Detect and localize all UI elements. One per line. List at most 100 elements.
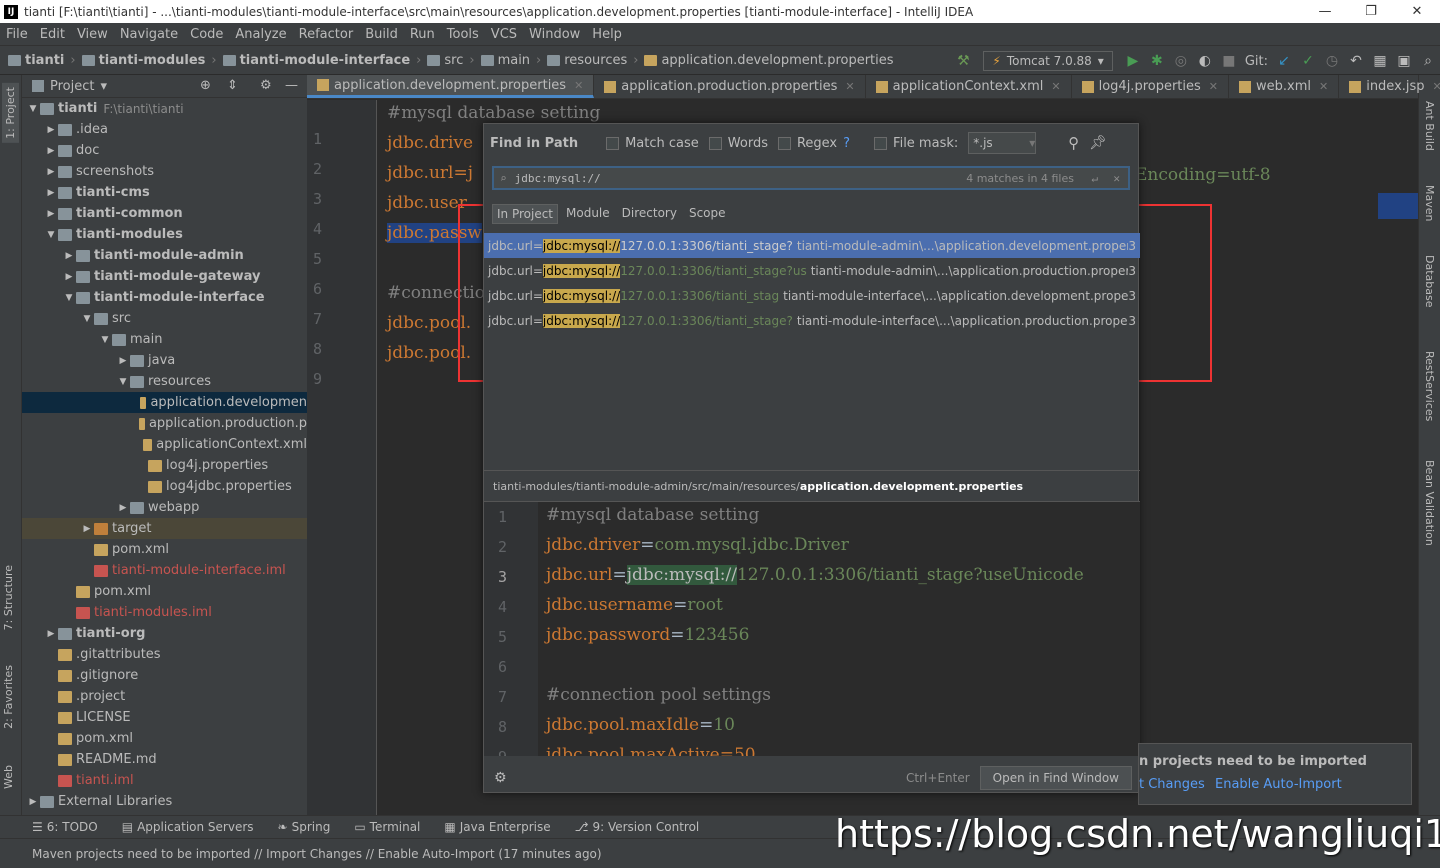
menu-item-window[interactable]: Window (523, 27, 586, 42)
debug-icon[interactable]: ✱ (1145, 53, 1169, 69)
close-icon[interactable]: ✕ (845, 80, 854, 93)
close-icon[interactable]: ✕ (1051, 80, 1060, 93)
tree-item[interactable]: ▶ doc (22, 140, 307, 161)
menu-item-tools[interactable]: Tools (441, 27, 485, 42)
menu-item-edit[interactable]: Edit (34, 27, 71, 42)
expand-arrow-icon[interactable]: ▶ (62, 272, 76, 282)
tree-item[interactable]: LICENSE (22, 707, 307, 728)
bottom-tool-3[interactable]: ▭ Terminal (342, 820, 432, 834)
expand-arrow-icon[interactable]: ▼ (62, 293, 76, 303)
filter-icon[interactable]: ⚲ (1068, 134, 1079, 152)
tree-item[interactable]: application.production.p (22, 413, 307, 434)
ant-build-tab[interactable]: Ant Build (1423, 101, 1436, 151)
tree-item[interactable]: ▶ tianti-org (22, 623, 307, 644)
maven-tab[interactable]: Maven (1423, 185, 1436, 221)
breadcrumb-item[interactable]: tianti-modules (78, 53, 210, 68)
hide-icon[interactable]: — (285, 78, 298, 93)
git-commit-icon[interactable]: ✓ (1296, 53, 1320, 69)
newline-icon[interactable]: ↵ (1091, 172, 1098, 185)
expand-arrow-icon[interactable]: ▼ (26, 104, 40, 114)
maximize-button[interactable]: ❐ (1348, 4, 1394, 19)
tree-item[interactable]: ▼ resources (22, 371, 307, 392)
tree-item[interactable]: tianti.iml (22, 770, 307, 791)
expand-arrow-icon[interactable]: ▶ (44, 125, 58, 135)
structure-tool-tab[interactable]: 7: Structure (2, 565, 15, 630)
clear-icon[interactable]: ✕ (1113, 172, 1120, 185)
expand-arrow-icon[interactable]: ▶ (116, 503, 130, 513)
tree-item[interactable]: .project (22, 686, 307, 707)
tree-item[interactable]: ▶ .idea (22, 119, 307, 140)
bottom-tool-5[interactable]: ⎇ 9: Version Control (563, 820, 712, 834)
tree-item[interactable]: ▼ main (22, 329, 307, 350)
editor-tab[interactable]: applicationContext.xml ✕ (866, 75, 1072, 98)
tree-item[interactable]: log4jdbc.properties (22, 476, 307, 497)
result-row[interactable]: jdbc.url= jdbc:mysql://127.0.0.1:3306/tia… (484, 283, 1140, 308)
menu-item-view[interactable]: View (71, 27, 114, 42)
chevron-down-icon[interactable]: ▾ (100, 79, 107, 94)
bottom-tool-4[interactable]: ▦ Java Enterprise (432, 820, 562, 834)
tree-item[interactable]: ▶ tianti-cms (22, 182, 307, 203)
tree-item[interactable]: .gitignore (22, 665, 307, 686)
tree-item[interactable]: applicationContext.xml (22, 434, 307, 455)
menu-item-navigate[interactable]: Navigate (114, 27, 184, 42)
menu-item-analyze[interactable]: Analyze (229, 27, 292, 42)
menu-item-help[interactable]: Help (586, 27, 628, 42)
tree-item[interactable]: ▼ src (22, 308, 307, 329)
tree-item[interactable]: pom.xml (22, 728, 307, 749)
menu-item-run[interactable]: Run (404, 27, 441, 42)
expand-arrow-icon[interactable]: ▶ (116, 356, 130, 366)
locate-icon[interactable]: ⊕ (200, 78, 211, 93)
close-button[interactable]: ✕ (1394, 4, 1440, 19)
close-icon[interactable]: ✕ (574, 79, 583, 92)
close-icon[interactable]: ✕ (1209, 80, 1218, 93)
tree-item[interactable]: ▶ java (22, 350, 307, 371)
expand-arrow-icon[interactable]: ▶ (26, 797, 40, 807)
editor-tab[interactable]: log4j.properties ✕ (1072, 75, 1229, 98)
file-mask-checkbox[interactable]: File mask: (874, 136, 958, 151)
breadcrumb-item[interactable]: application.development.properties (640, 53, 897, 68)
scope-tab[interactable]: Scope (685, 204, 730, 224)
tree-item[interactable]: ▼ tianti-modules (22, 224, 307, 245)
editor-tab[interactable]: index.jsp ✕ (1339, 75, 1440, 98)
web-tool-tab[interactable]: Web (2, 765, 15, 789)
tree-item[interactable]: ▶ target (22, 518, 307, 539)
menu-item-refactor[interactable]: Refactor (293, 27, 360, 42)
menu-item-build[interactable]: Build (359, 27, 404, 42)
expand-arrow-icon[interactable]: ▶ (62, 251, 76, 261)
expand-arrow-icon[interactable]: ▶ (44, 188, 58, 198)
breadcrumb-item[interactable]: resources (543, 53, 631, 68)
collapse-icon[interactable]: ⇕ (227, 78, 238, 93)
tree-item[interactable]: pom.xml (22, 539, 307, 560)
expand-arrow-icon[interactable]: ▶ (44, 209, 58, 219)
tree-item[interactable]: application.developmen (22, 392, 307, 413)
menu-item-file[interactable]: File (0, 27, 34, 42)
breadcrumb-item[interactable]: tianti-module-interface (219, 53, 415, 68)
breadcrumb-item[interactable]: main (477, 53, 534, 68)
regex-checkbox[interactable]: Regex? (777, 136, 850, 151)
database-tab[interactable]: Database (1423, 255, 1436, 308)
expand-arrow-icon[interactable]: ▶ (44, 167, 58, 177)
result-row[interactable]: jdbc.url= jdbc:mysql://127.0.0.1:3306/tia… (484, 308, 1140, 333)
favorites-tool-tab[interactable]: 2: Favorites (2, 665, 15, 729)
menu-item-vcs[interactable]: VCS (485, 27, 523, 42)
regex-help-icon[interactable]: ? (843, 136, 850, 151)
layout-icon[interactable]: ▣ (1392, 53, 1416, 69)
menu-item-code[interactable]: Code (184, 27, 229, 42)
tree-item[interactable]: ▶ tianti-common (22, 203, 307, 224)
tree-item[interactable]: tianti-modules.iml (22, 602, 307, 623)
expand-arrow-icon[interactable]: ▼ (98, 335, 112, 345)
editor-tab[interactable]: application.development.properties ✕ (307, 75, 595, 98)
bottom-tool-1[interactable]: ▤ Application Servers (110, 820, 266, 834)
tree-item[interactable]: log4j.properties (22, 455, 307, 476)
expand-arrow-icon[interactable]: ▶ (44, 146, 58, 156)
profile-icon[interactable]: ◐ (1193, 53, 1217, 69)
coverage-icon[interactable]: ◎ (1169, 53, 1193, 69)
enable-auto-import-link[interactable]: Enable Auto-Import (1215, 777, 1342, 792)
build-hammer-icon[interactable]: ⚒ (951, 53, 975, 69)
scope-tab[interactable]: Module (562, 204, 614, 224)
run-config-select[interactable]: ⚡ Tomcat 7.0.88 ▾ (983, 51, 1113, 71)
stop-icon[interactable]: ■ (1217, 53, 1241, 69)
bean-validation-tab[interactable]: Bean Validation (1423, 460, 1436, 546)
result-row[interactable]: jdbc.url= jdbc:mysql://127.0.0.1:3306/tia… (484, 258, 1140, 283)
import-changes-link[interactable]: t Changes (1139, 777, 1205, 792)
